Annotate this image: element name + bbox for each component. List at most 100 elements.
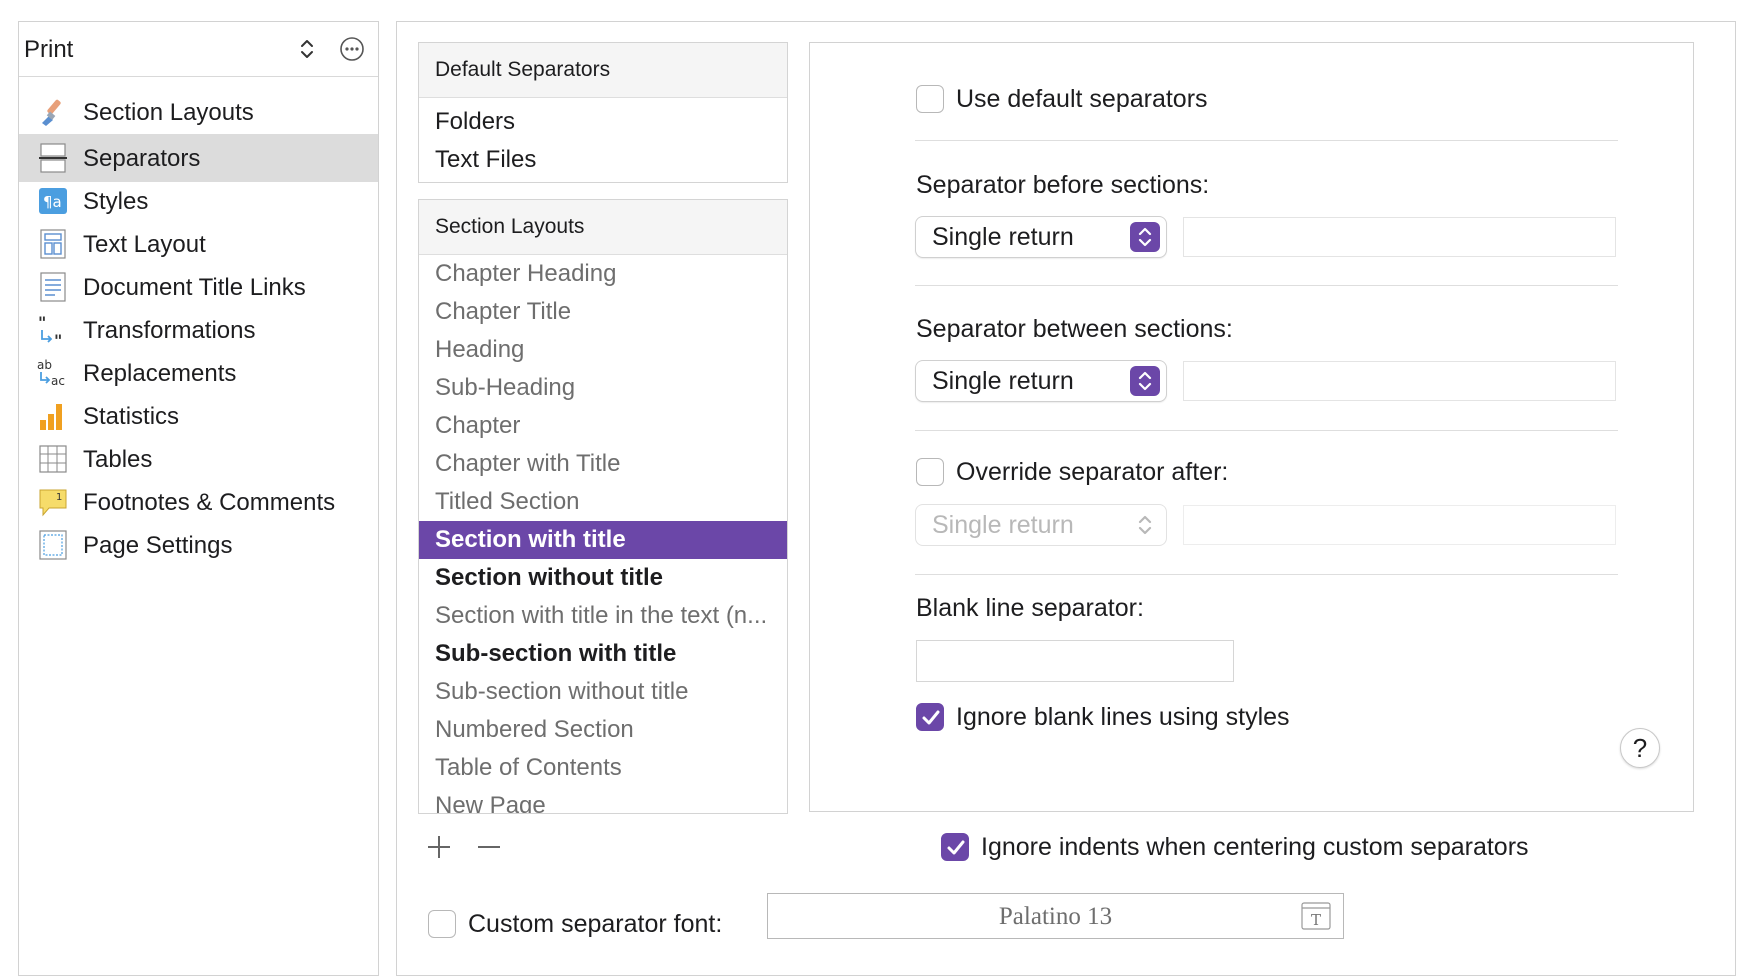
sidebar-item-page-settings[interactable]: Page Settings <box>19 521 378 569</box>
ignore-blank-lines-checkbox[interactable] <box>916 703 944 731</box>
override-separator-after-label: Override separator after: <box>956 458 1229 486</box>
text-layout-icon <box>40 229 66 259</box>
section-layout-item[interactable]: Chapter Heading <box>419 255 787 293</box>
section-layout-label: New Page <box>435 792 546 814</box>
list-item-label: Folders <box>435 108 516 135</box>
sidebar-item-text-layout[interactable]: Text Layout <box>19 220 378 268</box>
ignore-blank-lines-label: Ignore blank lines using styles <box>956 703 1290 731</box>
sidebar-item-separators[interactable]: Separators <box>19 134 378 182</box>
chevron-updown-icon <box>1130 510 1160 540</box>
section-layout-label: Titled Section <box>435 488 580 515</box>
svg-text:¶a: ¶a <box>43 193 62 211</box>
help-button[interactable]: ? <box>1620 728 1660 768</box>
section-layout-item[interactable]: Titled Section <box>419 483 787 521</box>
chevron-updown-icon <box>1130 222 1160 252</box>
section-layout-item[interactable]: Section with title <box>419 521 787 559</box>
sidebar-item-transformations[interactable]: " " Transformations <box>19 306 378 354</box>
divider <box>915 140 1618 141</box>
sidebar-item-label: Tables <box>83 446 153 473</box>
popup-value: Single return <box>932 223 1074 251</box>
checkmark-icon <box>922 710 940 725</box>
divider <box>915 285 1618 286</box>
popup-value: Single return <box>932 511 1074 539</box>
separator-font-field[interactable]: Palatino 13 T <box>767 893 1344 939</box>
sidebar-item-footnotes-comments[interactable]: 1 Footnotes & Comments <box>19 478 378 526</box>
divider <box>915 574 1618 575</box>
section-layout-label: Sub-Heading <box>435 374 576 401</box>
ignore-indents-checkbox[interactable] <box>941 833 969 861</box>
section-layout-item[interactable]: Heading <box>419 331 787 369</box>
separator-before-popup[interactable]: Single return <box>916 217 1166 257</box>
list-header-label: Section Layouts <box>435 215 585 238</box>
ellipsis-circle-icon[interactable] <box>339 36 365 62</box>
separator-between-popup[interactable]: Single return <box>916 361 1166 401</box>
separator-between-label: Separator between sections: <box>916 315 1233 343</box>
sidebar-item-label: Text Layout <box>83 231 206 258</box>
sidebar-item-label: Transformations <box>83 317 256 344</box>
format-selector[interactable]: Print <box>19 22 378 77</box>
section-layout-item[interactable]: Numbered Section <box>419 711 787 749</box>
sidebar-item-label: Statistics <box>83 403 180 430</box>
font-value: Palatino 13 <box>998 903 1113 930</box>
section-layout-item[interactable]: New Page <box>419 787 787 814</box>
section-layout-label: Section with title in the text (n... <box>435 602 768 629</box>
list-header-label: Default Separators <box>435 58 611 81</box>
sidebar-item-label: Section Layouts <box>83 99 254 126</box>
svg-text:ac: ac <box>51 374 65 388</box>
add-button[interactable] <box>425 833 453 861</box>
override-separator-after-custom-field[interactable] <box>1183 505 1616 545</box>
list-item-folders[interactable]: Folders <box>419 103 787 141</box>
section-layout-item[interactable]: Section without title <box>419 559 787 597</box>
chevron-updown-icon[interactable] <box>299 38 315 60</box>
sidebar-item-replacements[interactable]: ab ac Replacements <box>19 349 378 397</box>
section-layout-item[interactable]: Sub-section with title <box>419 635 787 673</box>
override-separator-after-checkbox[interactable] <box>916 458 944 486</box>
svg-text:ab: ab <box>37 358 52 372</box>
sidebar-item-label: Document Title Links <box>83 274 306 301</box>
paintbrush-icon <box>42 99 61 126</box>
sidebar-item-styles[interactable]: ¶a Styles <box>19 177 378 225</box>
replace-icon: ab ac <box>37 358 65 388</box>
sidebar-item-section-layouts[interactable]: Section Layouts <box>19 88 378 136</box>
use-default-separators-checkbox[interactable] <box>916 85 944 113</box>
svg-text:1: 1 <box>56 492 62 503</box>
list-item-text-files[interactable]: Text Files <box>419 141 787 179</box>
svg-text:": " <box>54 331 62 346</box>
section-layout-label: Sub-section without title <box>435 678 689 705</box>
list-item-label: Text Files <box>435 146 537 173</box>
page-settings-icon <box>39 530 67 560</box>
section-layout-label: Chapter Heading <box>435 260 617 287</box>
checkmark-icon <box>947 840 965 855</box>
divider <box>915 430 1618 431</box>
custom-separator-font-label: Custom separator font: <box>468 910 723 938</box>
bar-chart-icon <box>40 404 62 430</box>
section-layout-item[interactable]: Sub-section without title <box>419 673 787 711</box>
section-layout-item[interactable]: Sub-Heading <box>419 369 787 407</box>
table-icon <box>39 445 67 473</box>
section-layout-item[interactable]: Chapter Title <box>419 293 787 331</box>
format-name: Print <box>24 36 74 63</box>
section-layout-item[interactable]: Chapter with Title <box>419 445 787 483</box>
section-layouts-list[interactable]: Section Layouts Chapter Heading Chapter T… <box>418 199 788 814</box>
sidebar-item-document-title-links[interactable]: Document Title Links <box>19 263 378 311</box>
section-layout-label: Chapter <box>435 412 521 439</box>
section-layout-item[interactable]: Section with title in the text (n... <box>419 597 787 635</box>
remove-button[interactable] <box>475 833 503 861</box>
sidebar-item-statistics[interactable]: Statistics <box>19 392 378 440</box>
styles-icon: ¶a <box>39 188 67 214</box>
separator-before-custom-field[interactable] <box>1183 217 1616 257</box>
section-layout-item[interactable]: Table of Contents <box>419 749 787 787</box>
default-separators-list: Default Separators Folders Text Files <box>418 42 788 183</box>
section-layout-label: Chapter Title <box>435 298 572 325</box>
font-picker-icon[interactable]: T <box>1301 902 1331 930</box>
override-separator-after-popup[interactable]: Single return <box>916 505 1166 545</box>
list-header: Default Separators <box>419 43 787 98</box>
separator-between-custom-field[interactable] <box>1183 361 1616 401</box>
list-header: Section Layouts <box>419 200 787 255</box>
blank-line-separator-field[interactable] <box>916 640 1234 682</box>
custom-separator-font-checkbox[interactable] <box>428 910 456 938</box>
section-layout-item[interactable]: Chapter <box>419 407 787 445</box>
popup-value: Single return <box>932 367 1074 395</box>
sidebar-item-tables[interactable]: Tables <box>19 435 378 483</box>
section-layout-label: Sub-section with title <box>435 640 677 667</box>
